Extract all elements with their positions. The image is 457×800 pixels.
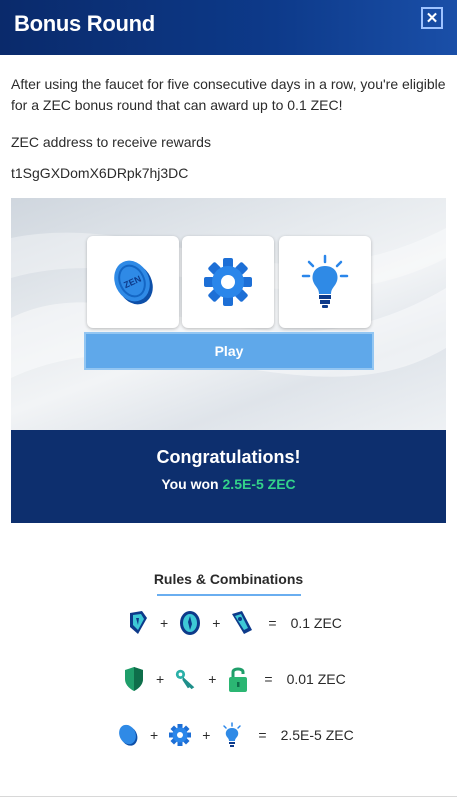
plus-sign: + bbox=[156, 671, 165, 687]
lightbulb-icon bbox=[220, 721, 244, 749]
rule-row-3: + + = 2.5E-5 ZEC bbox=[116, 719, 354, 751]
result-message: You won 2.5E-5 ZEC bbox=[11, 476, 446, 492]
rule-row-2: + + = 0.01 ZEC bbox=[122, 663, 346, 695]
equals-sign: = bbox=[264, 671, 273, 687]
slot-reel-1: ZEN bbox=[87, 236, 179, 328]
result-banner: Congratulations! You won 2.5E-5 ZEC bbox=[11, 430, 446, 523]
intro-text: After using the faucet for five consecut… bbox=[11, 76, 446, 113]
result-title: Congratulations! bbox=[156, 447, 301, 467]
rule-reward-3: 2.5E-5 ZEC bbox=[280, 727, 354, 743]
shield-tag-icon bbox=[126, 609, 150, 637]
dialog-title: Bonus Round bbox=[14, 11, 155, 36]
rules-underline bbox=[157, 594, 301, 596]
slot-machine-panel: ZEN Play bbox=[11, 198, 446, 430]
address-label: ZEC address to receive rewards bbox=[11, 134, 211, 150]
equals-sign: = bbox=[258, 727, 267, 743]
lightbulb-icon bbox=[301, 254, 349, 308]
result-amount: 2.5E-5 ZEC bbox=[222, 476, 296, 492]
plus-sign: + bbox=[202, 727, 211, 743]
rule-reward-2: 0.01 ZEC bbox=[286, 671, 346, 687]
dialog-header: Bonus Round ✕ bbox=[0, 0, 457, 55]
plus-sign: + bbox=[150, 727, 159, 743]
plus-sign: + bbox=[208, 671, 217, 687]
shield-icon bbox=[122, 665, 146, 693]
result-prefix: You won bbox=[161, 476, 219, 492]
play-button[interactable]: Play bbox=[84, 332, 374, 370]
rule-row-1: + + = 0.1 ZEC bbox=[126, 607, 342, 639]
coin-icon: ZEN bbox=[114, 260, 153, 305]
compass-icon bbox=[178, 609, 202, 637]
coin-icon bbox=[116, 721, 140, 749]
bottom-divider bbox=[0, 796, 457, 797]
slot-reel-3 bbox=[279, 236, 371, 328]
slot-reel-2 bbox=[182, 236, 274, 328]
gear-icon bbox=[168, 721, 192, 749]
close-button[interactable]: ✕ bbox=[421, 7, 443, 29]
key-icon bbox=[174, 665, 198, 693]
padlock-icon bbox=[226, 665, 250, 693]
address-field[interactable] bbox=[11, 163, 197, 183]
rules-title: Rules & Combinations bbox=[153, 571, 304, 587]
rule-reward-1: 0.1 ZEC bbox=[290, 615, 342, 631]
plus-sign: + bbox=[212, 615, 221, 631]
equals-sign: = bbox=[268, 615, 277, 631]
pen-tag-icon bbox=[230, 609, 254, 637]
plus-sign: + bbox=[160, 615, 169, 631]
gear-icon bbox=[204, 258, 252, 306]
